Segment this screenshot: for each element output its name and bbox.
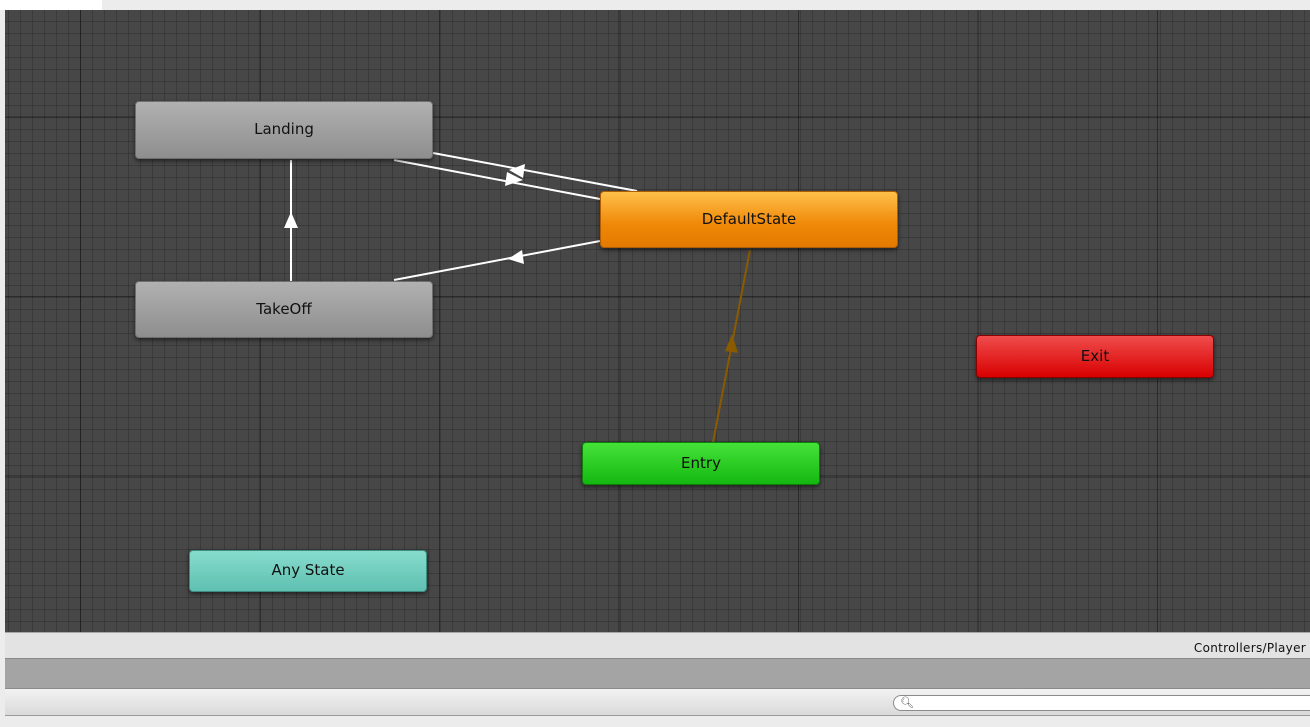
window-top-strip: [0, 0, 1310, 10]
arrowhead-up-icon: [284, 212, 298, 228]
state-node-default[interactable]: DefaultState: [600, 191, 898, 248]
state-node-any-state[interactable]: Any State: [189, 550, 427, 592]
animator-graph-canvas[interactable]: Landing DefaultState TakeOff Exit Entry …: [5, 10, 1310, 632]
state-label: Landing: [254, 120, 314, 138]
state-label: Exit: [1080, 346, 1110, 365]
state-node-takeoff[interactable]: TakeOff: [135, 281, 433, 338]
transition-defaultstate-to-takeoff[interactable]: [393, 240, 601, 281]
state-label: Entry: [681, 453, 721, 472]
state-node-landing[interactable]: Landing: [135, 101, 433, 159]
window-tab[interactable]: [0, 0, 102, 10]
arrowhead-up-brown-icon: [725, 334, 738, 353]
search-input[interactable]: 🔍︎: [893, 695, 1310, 711]
search-icon: 🔍︎: [900, 696, 914, 709]
state-label: Any State: [271, 561, 345, 579]
panel-divider-band: [5, 658, 1310, 689]
state-node-exit[interactable]: Exit: [976, 335, 1214, 378]
window-bottom-strip: [0, 716, 1310, 727]
state-label: DefaultState: [701, 209, 797, 228]
state-label: TakeOff: [256, 299, 312, 318]
status-bar: Controllers/Player: [5, 632, 1310, 658]
bottom-toolbar: 🔍︎: [5, 689, 1310, 716]
transition-defaultstate-to-landing[interactable]: [432, 152, 638, 192]
state-node-entry[interactable]: Entry: [582, 442, 820, 485]
controller-path: Controllers/Player: [1193, 641, 1306, 655]
